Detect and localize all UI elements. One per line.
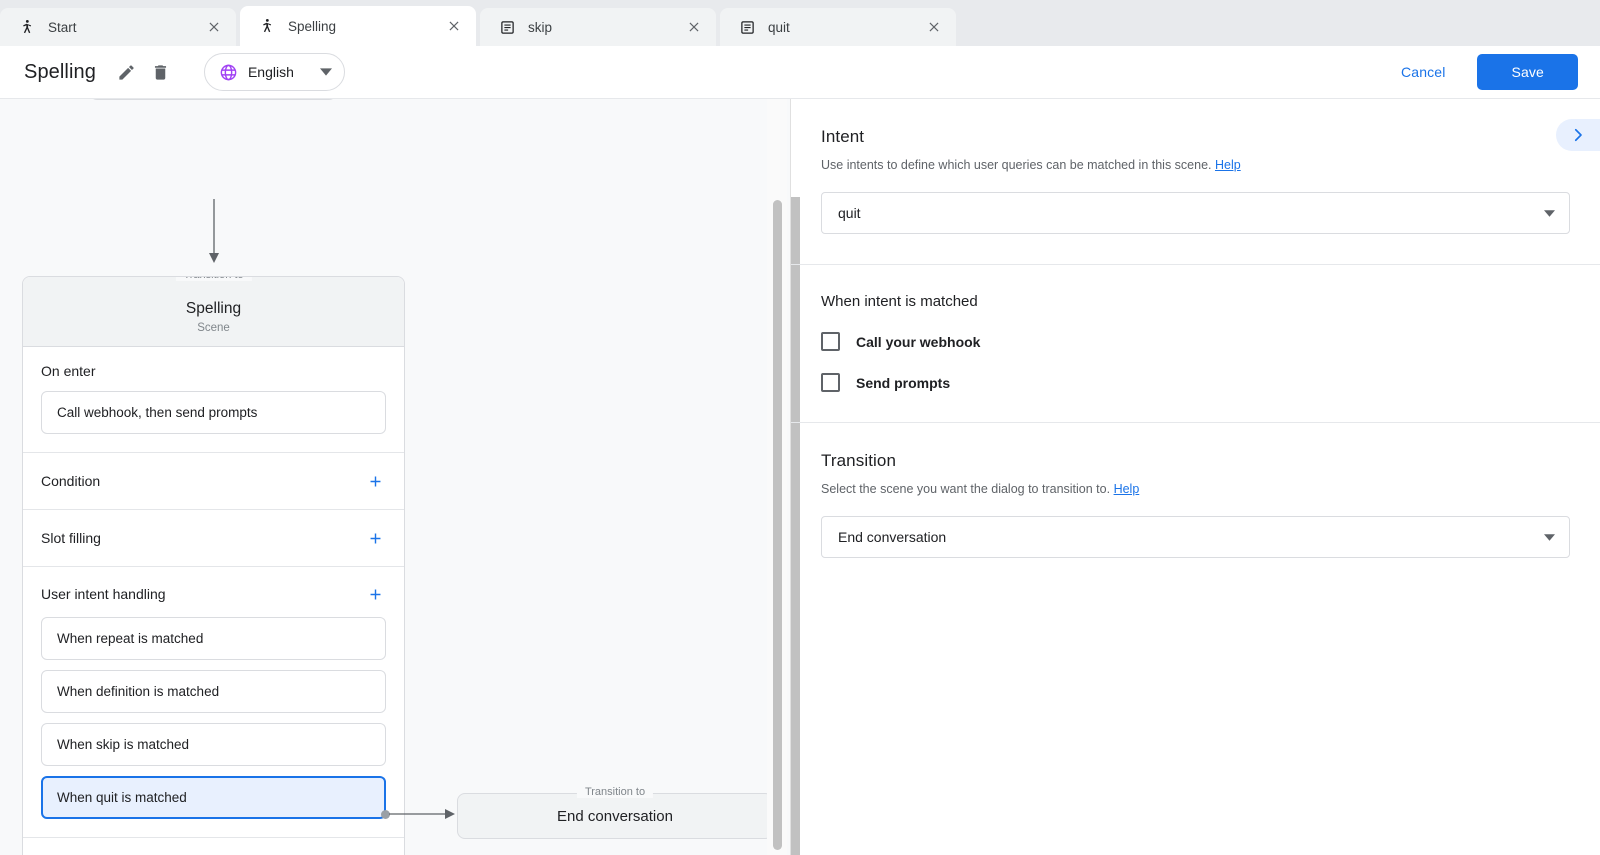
flow-arrow-to-end (389, 803, 459, 825)
when-intent-matched-heading: When intent is matched (821, 293, 1570, 310)
section-condition: Condition (23, 453, 404, 510)
error-handling-row[interactable]: Error and status handling (23, 838, 404, 855)
tab-label: skip (528, 20, 684, 35)
intent-select-value: quit (838, 205, 1544, 221)
plus-icon[interactable] (364, 583, 386, 605)
toolbar: Spelling English Cancel Save (0, 46, 1600, 99)
condition-label: Condition (41, 473, 100, 489)
tab-quit[interactable]: quit (720, 8, 956, 46)
slot-filling-row[interactable]: Slot filling (23, 510, 404, 566)
close-icon[interactable] (204, 17, 224, 37)
end-conversation-label: End conversation (557, 808, 673, 825)
intent-select[interactable]: quit (821, 192, 1570, 234)
scene-node-title: Spelling (23, 299, 404, 319)
plus-icon[interactable] (364, 470, 386, 492)
checkbox-icon[interactable] (821, 332, 840, 351)
scene-node-header[interactable]: Transition to Spelling Scene (23, 277, 404, 347)
intent-description: Use intents to define which user queries… (821, 158, 1570, 172)
intent-description-text: Use intents to define which user queries… (821, 158, 1212, 172)
close-icon[interactable] (444, 16, 464, 36)
transition-heading: Transition (821, 451, 1570, 471)
transition-description: Select the scene you want the dialog to … (821, 482, 1570, 496)
intent-heading: Intent (821, 127, 1570, 147)
checkbox-label: Call your webhook (856, 334, 980, 350)
transition-description-text: Select the scene you want the dialog to … (821, 482, 1110, 496)
tab-start[interactable]: Start (0, 8, 236, 46)
section-slot-filling: Slot filling (23, 510, 404, 567)
intent-icon (738, 18, 756, 36)
scene-graph-canvas[interactable]: Transition to Spelling Scene On enter Ca… (0, 99, 790, 855)
transition-select-value: End conversation (838, 529, 1544, 545)
scene-node-subtitle: Scene (23, 322, 404, 334)
chevron-down-icon (1544, 532, 1555, 543)
page-title: Spelling (24, 61, 96, 84)
checkbox-icon[interactable] (821, 373, 840, 392)
close-icon[interactable] (924, 17, 944, 37)
pencil-icon[interactable] (110, 55, 144, 89)
section-user-intent-handling: User intent handling When repeat is matc… (23, 567, 404, 838)
intent-icon (498, 18, 516, 36)
scene-node-card: Transition to Spelling Scene On enter Ca… (22, 276, 405, 855)
user-intent-handling-label: User intent handling (41, 586, 166, 602)
flow-arrow-into-scene (205, 199, 223, 265)
chevron-right-icon[interactable] (1556, 119, 1600, 151)
tab-skip[interactable]: skip (480, 8, 716, 46)
end-conversation-node[interactable]: Transition to End conversation (457, 793, 773, 839)
when-intent-matched-section: When intent is matched Call your webhook… (791, 265, 1600, 423)
chevron-down-icon (1544, 208, 1555, 219)
tab-label: quit (768, 20, 924, 35)
language-selector[interactable]: English (204, 53, 345, 91)
language-label: English (248, 64, 294, 80)
slot-filling-label: Slot filling (41, 530, 101, 546)
canvas-scrollbar[interactable] (767, 99, 787, 855)
scene-icon (258, 17, 276, 35)
main-area: Transition to Spelling Scene On enter Ca… (0, 99, 1600, 855)
intent-section: Intent Use intents to define which user … (791, 99, 1600, 265)
section-on-enter: On enter Call webhook, then send prompts (23, 347, 404, 453)
transition-help-link[interactable]: Help (1114, 482, 1140, 496)
scene-icon (18, 18, 36, 36)
globe-icon (219, 63, 238, 82)
transition-section: Transition Select the scene you want the… (791, 423, 1600, 588)
tab-bar: Start Spelling skip (0, 0, 1600, 46)
checkbox-label: Send prompts (856, 375, 950, 391)
intent-handler-item[interactable]: When definition is matched (41, 670, 386, 713)
plus-icon[interactable] (364, 527, 386, 549)
checkbox-call-your-webhook[interactable]: Call your webhook (821, 332, 1570, 351)
intent-handler-item[interactable]: When skip is matched (41, 723, 386, 766)
details-panel: Intent Use intents to define which user … (790, 99, 1600, 855)
condition-row[interactable]: Condition (23, 453, 404, 509)
user-intent-handling-header: User intent handling (41, 583, 386, 605)
intent-handler-item[interactable]: When repeat is matched (41, 617, 386, 660)
canvas-scrollbar-thumb[interactable] (773, 200, 782, 850)
on-enter-label: On enter (41, 363, 386, 379)
tab-label: Start (48, 20, 204, 35)
close-icon[interactable] (684, 17, 704, 37)
chevron-down-icon (320, 66, 332, 78)
cancel-button[interactable]: Cancel (1385, 55, 1461, 89)
section-error-handling: Error and status handling (23, 838, 404, 855)
save-button[interactable]: Save (1477, 54, 1578, 90)
transition-to-chip: Transition to (577, 786, 653, 798)
transition-select[interactable]: End conversation (821, 516, 1570, 558)
intent-handler-item-selected[interactable]: When quit is matched (41, 776, 386, 819)
tab-label: Spelling (288, 19, 444, 34)
checkbox-send-prompts[interactable]: Send prompts (821, 373, 1570, 392)
previous-node-partial[interactable] (89, 99, 337, 100)
transition-to-chip: Transition to (175, 276, 251, 281)
on-enter-value[interactable]: Call webhook, then send prompts (41, 391, 386, 434)
trash-icon[interactable] (144, 55, 178, 89)
intent-help-link[interactable]: Help (1215, 158, 1241, 172)
tab-spelling[interactable]: Spelling (240, 6, 476, 46)
